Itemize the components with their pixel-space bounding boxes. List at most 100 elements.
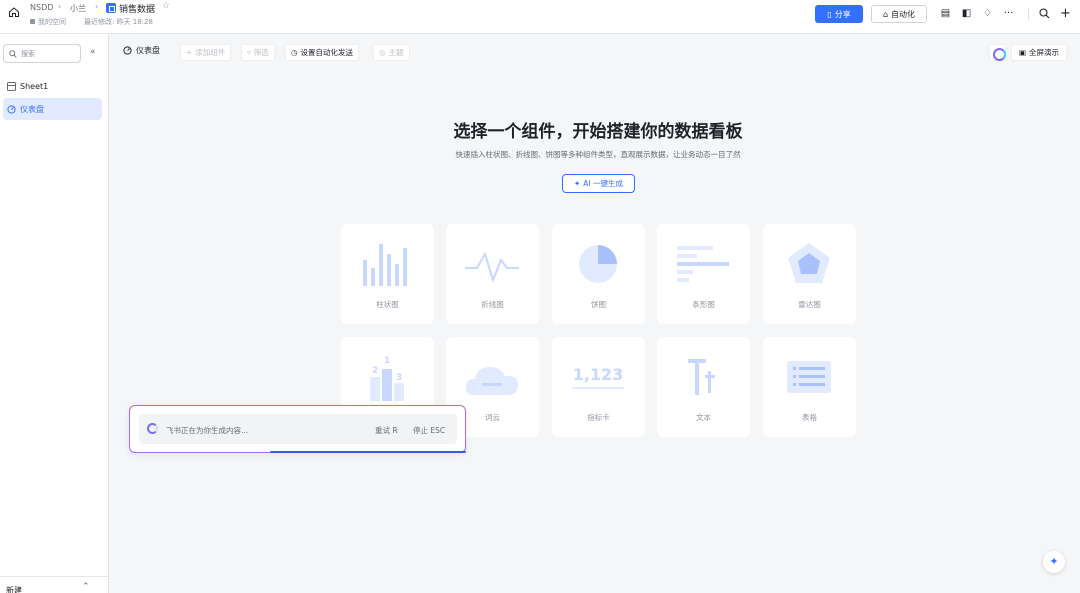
chevron-up-icon[interactable]: ⌃ — [82, 582, 90, 592]
component-label: 表格 — [802, 413, 817, 422]
filter-button[interactable]: ▿ 筛选 — [241, 44, 275, 61]
sidebar-footer[interactable]: 新建 ⌃ — [0, 576, 108, 593]
divider — [1028, 8, 1029, 20]
stop-button[interactable]: 停止 ESC — [413, 425, 445, 436]
component-label: 指标卡 — [587, 413, 610, 422]
presentation-icon: ▣ — [1018, 48, 1027, 57]
line-chart-icon — [465, 251, 519, 284]
word-cloud-icon — [465, 367, 518, 395]
sidebar-item-label: 仪表盘 — [20, 104, 44, 114]
bar-chart-icon — [363, 244, 407, 286]
more-icon[interactable]: ··· — [1003, 8, 1014, 19]
component-label: 柱状图 — [376, 300, 399, 309]
space-icon — [30, 19, 35, 24]
sidebar: « Sheet1 仪表盘 新建 ⌃ — [0, 34, 109, 593]
share-label: 分享 — [834, 9, 851, 19]
pie-chart-icon — [579, 245, 617, 283]
table-icon — [787, 361, 831, 393]
radar-chart-icon — [788, 243, 830, 283]
bitable-icon — [106, 3, 116, 13]
chevron-right-icon: › — [58, 2, 62, 11]
ai-status-text: 飞书正在为你生成内容... — [166, 426, 249, 435]
auto-send-button[interactable]: ◷ 设置自动化发送 — [285, 44, 360, 61]
dashboard-title-label: 仪表盘 — [136, 46, 160, 55]
ai-generate-label: AI 一键生成 — [583, 179, 624, 188]
sparkle-icon: ✦ — [573, 179, 581, 188]
lock-icon: ▯ — [827, 9, 832, 19]
share-button[interactable]: ▯ 分享 — [815, 5, 863, 23]
theme-icon: ◎ — [379, 48, 386, 57]
search-icon — [9, 49, 17, 58]
rank-3: 3 — [396, 373, 402, 383]
component-label: 饼图 — [591, 300, 606, 309]
ai-sparkle-button[interactable]: ✦ — [1043, 551, 1065, 573]
ranking-icon: 1 2 3 — [370, 356, 404, 401]
filter-icon: ▿ — [247, 48, 251, 57]
theme-label: 主题 — [388, 48, 404, 57]
template-icon[interactable]: ▤ — [940, 8, 951, 19]
add-component-button[interactable]: + 添加组件 — [180, 44, 232, 61]
component-label: 条形图 — [692, 300, 715, 309]
fullscreen-button[interactable]: ▣ 全屏演示 — [1011, 44, 1067, 61]
new-label: 新建 — [6, 586, 22, 593]
collapse-sidebar-icon[interactable]: « — [90, 47, 96, 57]
component-card-horizontal-bar[interactable]: 条形图 — [657, 224, 750, 324]
component-card-metric[interactable]: 1,123 指标卡 — [552, 337, 645, 437]
add-component-label: 添加组件 — [195, 48, 226, 57]
ai-generate-button[interactable]: ✦ AI 一键生成 — [562, 174, 635, 193]
star-icon[interactable]: ☆ — [162, 1, 170, 11]
metric-card-icon: 1,123 — [572, 365, 624, 389]
component-card-text[interactable]: 文本 — [657, 337, 750, 437]
breadcrumb-folder[interactable]: 小兰 — [70, 3, 86, 14]
breadcrumb-workspace[interactable]: NSDD — [30, 3, 53, 12]
top-bar: NSDD › 小兰 › 销售数据 ☆ 我的空间 最近修改: 昨天 18:28 ▯… — [0, 0, 1080, 34]
component-card-line[interactable]: 折线图 — [446, 224, 539, 324]
chevron-right-icon: › — [95, 2, 99, 11]
retry-button[interactable]: 重试 R — [375, 425, 398, 436]
sidebar-item-sheet1[interactable]: Sheet1 — [3, 75, 102, 97]
automation-label: 自动化 — [891, 9, 916, 19]
last-modified: 最近修改: 昨天 18:28 — [84, 18, 153, 26]
component-card-pie[interactable]: 饼图 — [552, 224, 645, 324]
filter-label: 筛选 — [253, 48, 269, 57]
plus-icon: + — [186, 48, 193, 57]
empty-state-subtitle: 快速插入柱状图、折线图、饼图等多种组件类型，直观展示数据，让业务动态一目了然 — [455, 150, 741, 159]
document-title[interactable]: 销售数据 — [119, 2, 155, 15]
ai-assistant-icon[interactable] — [989, 44, 1006, 61]
horizontal-bar-icon — [677, 246, 729, 282]
space-label: 我的空间 — [38, 18, 66, 26]
sidebar-item-dashboard[interactable]: 仪表盘 — [3, 98, 102, 120]
rank-2: 2 — [372, 366, 378, 376]
component-card-radar[interactable]: 雷达图 — [763, 224, 856, 324]
empty-state-title: 选择一个组件，开始搭建你的数据看板 — [453, 122, 743, 142]
dashboard-icon — [7, 104, 16, 114]
loading-spinner-icon — [147, 423, 158, 434]
metric-sample-value: 1,123 — [573, 365, 624, 384]
theme-button[interactable]: ◎ 主题 — [373, 44, 410, 61]
automation-button[interactable]: ⌂ 自动化 — [871, 5, 927, 23]
fullscreen-label: 全屏演示 — [1029, 48, 1060, 57]
dashboard-title: 仪表盘 — [123, 45, 160, 56]
component-card-table[interactable]: 表格 — [763, 337, 856, 437]
robot-icon: ⌂ — [882, 9, 889, 19]
text-icon — [688, 359, 715, 395]
rank-1: 1 — [384, 356, 390, 366]
component-label: 文本 — [696, 413, 711, 422]
dashboard-icon — [123, 46, 132, 55]
ai-progress-underline — [270, 451, 466, 453]
search-input[interactable] — [21, 49, 71, 58]
clock-icon: ◷ — [291, 48, 298, 57]
ai-progress-box: 飞书正在为你生成内容... 重试 R 停止 ESC — [139, 414, 457, 444]
home-icon[interactable] — [8, 6, 20, 18]
sidebar-item-label: Sheet1 — [20, 81, 49, 91]
ai-generating-popup: 飞书正在为你生成内容... 重试 R 停止 ESC — [129, 405, 466, 453]
search-icon[interactable] — [1039, 8, 1050, 19]
component-label: 雷达图 — [798, 300, 821, 309]
plus-icon[interactable]: + — [1060, 7, 1071, 20]
plugin-icon[interactable]: ◧ — [961, 8, 972, 19]
component-card-bar[interactable]: 柱状图 — [341, 224, 434, 324]
table-icon — [7, 81, 16, 91]
bell-icon[interactable]: ♢ — [982, 8, 993, 19]
sidebar-search[interactable] — [3, 44, 81, 63]
component-label: 折线图 — [481, 300, 504, 309]
